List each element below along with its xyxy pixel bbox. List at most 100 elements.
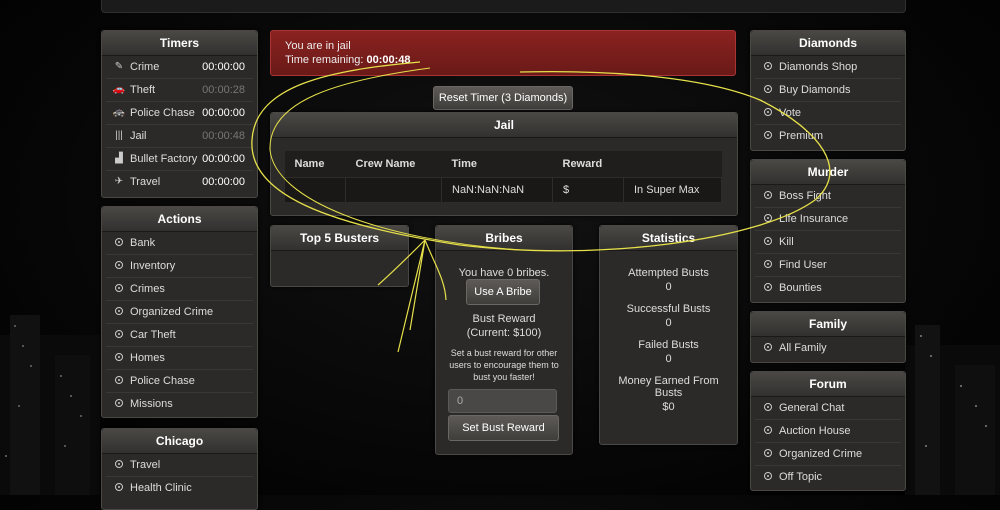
nav-boss-fight[interactable]: Boss Fight: [755, 185, 901, 208]
nav-auction-house[interactable]: Auction House: [755, 420, 901, 443]
nav-police-chase[interactable]: Police Chase: [106, 370, 253, 393]
stat-money-value: $0: [662, 401, 675, 413]
circle-dot-icon: [761, 337, 775, 359]
timer-jail[interactable]: ||| Jail 00:00:48: [106, 125, 253, 148]
col-name: Name: [284, 151, 346, 178]
top-busters-panel: Top 5 Busters: [270, 225, 409, 287]
col-reward: Reward: [552, 151, 624, 178]
bust-reward-current: (Current: $100): [466, 327, 542, 339]
timer-travel[interactable]: ✈ Travel 00:00:00: [106, 171, 253, 193]
city-skyline-right: [905, 325, 1000, 495]
family-title: Family: [751, 312, 905, 337]
nav-find-user[interactable]: Find User: [755, 254, 901, 277]
actions-title: Actions: [102, 207, 257, 232]
nav-diamonds-shop[interactable]: Diamonds Shop: [755, 56, 901, 79]
chicago-panel: Chicago Travel Health Clinic: [101, 428, 258, 510]
nav-missions[interactable]: Missions: [106, 393, 253, 415]
top-bar: [101, 0, 906, 13]
circle-dot-icon: [761, 56, 775, 78]
statistics-title: Statistics: [600, 226, 737, 251]
nav-premium[interactable]: Premium: [755, 125, 901, 147]
car-icon: 🚗: [112, 84, 126, 95]
circle-dot-icon: [112, 477, 126, 499]
bust-reward-input[interactable]: 0: [448, 389, 557, 413]
circle-dot-icon: [112, 232, 126, 254]
bars-icon: |||: [115, 130, 123, 141]
nav-buy-diamonds[interactable]: Buy Diamonds: [755, 79, 901, 102]
nav-life-insurance[interactable]: Life Insurance: [755, 208, 901, 231]
col-action: [623, 151, 722, 178]
status-super-max: In Super Max: [623, 177, 722, 203]
stat-attempted-value: 0: [665, 281, 672, 293]
circle-dot-icon: [761, 102, 775, 124]
nav-homes[interactable]: Homes: [106, 347, 253, 370]
nav-forum-organized-crime[interactable]: Organized Crime: [755, 443, 901, 466]
forum-panel: Forum General Chat Auction House Organiz…: [750, 371, 906, 491]
col-time: Time: [441, 151, 553, 178]
stat-money-label: Money Earned From Busts: [618, 375, 719, 399]
statistics-panel: Statistics Attempted Busts 0 Successful …: [599, 225, 738, 445]
timers-panel: Timers ✎ Crime 00:00:00 🚗 Theft 00:00:28 🚓 Po…: [101, 30, 258, 198]
circle-dot-icon: [112, 347, 126, 369]
nav-health-clinic[interactable]: Health Clinic: [106, 477, 253, 499]
diamonds-panel: Diamonds Diamonds Shop Buy Diamonds Vote…: [750, 30, 906, 151]
timer-theft[interactable]: 🚗 Theft 00:00:28: [106, 79, 253, 102]
jail-alert: You are in jail Time remaining: 00:00:48: [270, 30, 736, 76]
circle-dot-icon: [112, 278, 126, 300]
nav-bank[interactable]: Bank: [106, 232, 253, 255]
nav-car-theft[interactable]: Car Theft: [106, 324, 253, 347]
bust-reward-label: Bust Reward: [472, 313, 536, 325]
nav-kill[interactable]: Kill: [755, 231, 901, 254]
actions-panel: Actions Bank Inventory Crimes Organized …: [101, 206, 258, 418]
bust-reward-help: Set a bust reward for other users to enc…: [449, 348, 559, 382]
chicago-title: Chicago: [102, 429, 257, 454]
forum-title: Forum: [751, 372, 905, 397]
knife-icon: ✎: [114, 61, 124, 72]
circle-dot-icon: [761, 397, 775, 419]
timer-crime[interactable]: ✎ Crime 00:00:00: [106, 56, 253, 79]
circle-dot-icon: [112, 393, 126, 415]
nav-travel[interactable]: Travel: [106, 454, 253, 477]
diamonds-title: Diamonds: [751, 31, 905, 56]
city-skyline-left: [0, 315, 100, 495]
jail-title: Jail: [271, 113, 737, 138]
use-bribe-button[interactable]: Use A Bribe: [466, 279, 540, 305]
family-panel: Family All Family: [750, 311, 906, 363]
circle-dot-icon: [761, 125, 775, 147]
jail-table: Name Crew Name Time Reward NaN:NaN:NaN $…: [284, 151, 722, 203]
nav-organized-crime[interactable]: Organized Crime: [106, 301, 253, 324]
factory-icon: ▟: [115, 153, 123, 164]
circle-dot-icon: [761, 79, 775, 101]
circle-dot-icon: [112, 454, 126, 476]
timer-police-chase[interactable]: 🚓 Police Chase 00:00:00: [106, 102, 253, 125]
timers-title: Timers: [102, 31, 257, 56]
circle-dot-icon: [761, 443, 775, 465]
set-bust-reward-button[interactable]: Set Bust Reward: [448, 415, 559, 441]
plane-icon: ✈: [114, 176, 124, 187]
col-crew-name: Crew Name: [345, 151, 442, 178]
circle-dot-icon: [761, 231, 775, 253]
nav-inventory[interactable]: Inventory: [106, 255, 253, 278]
timer-bullet-factory[interactable]: ▟ Bullet Factory 00:00:00: [106, 148, 253, 171]
circle-dot-icon: [112, 301, 126, 323]
nav-vote[interactable]: Vote: [755, 102, 901, 125]
jail-alert-message: You are in jail: [285, 40, 351, 52]
circle-dot-icon: [112, 324, 126, 346]
nav-general-chat[interactable]: General Chat: [755, 397, 901, 420]
murder-title: Murder: [751, 160, 905, 185]
circle-dot-icon: [761, 466, 775, 488]
nav-off-topic[interactable]: Off Topic: [755, 466, 901, 488]
circle-dot-icon: [112, 255, 126, 277]
stat-successful-value: 0: [665, 317, 672, 329]
circle-dot-icon: [761, 185, 775, 207]
stat-successful-label: Successful Busts: [626, 303, 711, 315]
nav-bounties[interactable]: Bounties: [755, 277, 901, 299]
circle-dot-icon: [761, 420, 775, 442]
nav-crimes[interactable]: Crimes: [106, 278, 253, 301]
nav-all-family[interactable]: All Family: [755, 337, 901, 359]
murder-panel: Murder Boss Fight Life Insurance Kill Fi…: [750, 159, 906, 303]
reset-timer-button[interactable]: Reset Timer (3 Diamonds): [433, 86, 573, 110]
stat-attempted-label: Attempted Busts: [628, 267, 709, 279]
jail-table-header: Name Crew Name Time Reward: [284, 151, 722, 178]
bribes-count: You have 0 bribes.: [458, 267, 550, 279]
